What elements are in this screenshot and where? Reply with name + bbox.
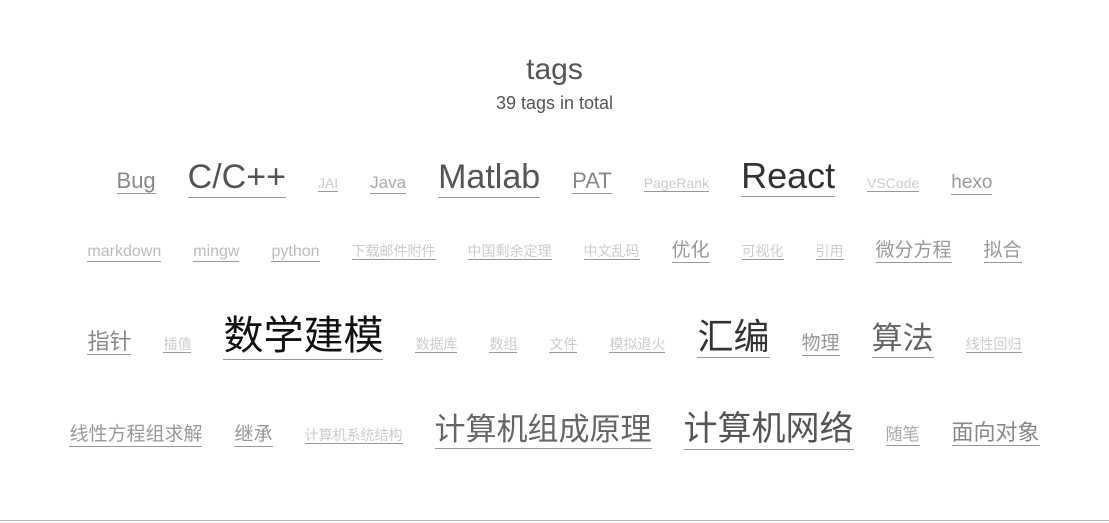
tag-link[interactable]: 中国剩余定理 xyxy=(467,243,552,261)
tag-link[interactable]: 算法 xyxy=(871,321,934,358)
tag-link[interactable]: Bug xyxy=(116,168,156,195)
tag-link[interactable]: PAT xyxy=(572,168,612,195)
tag-link[interactable]: 指针 xyxy=(87,329,132,356)
tag-link[interactable]: 计算机网络 xyxy=(683,410,854,451)
tag-link[interactable]: VSCode xyxy=(867,175,920,193)
tag-row: 线性方程组求解 继承 计算机系统结构 计算机组成原理 计算机网络 随笔 面向对象 xyxy=(0,410,1109,451)
tag-link[interactable]: 可视化 xyxy=(741,243,784,261)
tag-link[interactable]: Matlab xyxy=(438,158,541,199)
tag-row: Bug C/C++ JAI Java Matlab PAT PageRank React VSC… xyxy=(0,155,1109,199)
page-header: tags 39 tags in total xyxy=(0,50,1109,116)
tag-link[interactable]: 数学建模 xyxy=(223,313,384,360)
tag-link[interactable]: 拟合 xyxy=(983,240,1022,263)
tag-link[interactable]: C/C++ xyxy=(187,158,286,199)
tag-link[interactable]: 线性方程组求解 xyxy=(69,424,203,447)
tag-link[interactable]: 面向对象 xyxy=(951,420,1040,447)
tag-link[interactable]: 数组 xyxy=(489,336,518,354)
tag-link[interactable]: python xyxy=(271,243,320,263)
tag-link[interactable]: mingw xyxy=(193,243,240,263)
divider xyxy=(0,520,1109,521)
tag-row: markdown mingw python 下载邮件附件 中国剩余定理 中文乱码 优化 可视化… xyxy=(0,240,1109,263)
tag-link[interactable]: 微分方程 xyxy=(875,240,952,263)
tag-link[interactable]: 下载邮件附件 xyxy=(351,243,436,261)
page-title: tags xyxy=(526,53,583,86)
tag-link[interactable]: 优化 xyxy=(671,240,710,263)
tag-link[interactable]: 文件 xyxy=(549,336,578,354)
tag-link[interactable]: 中文乱码 xyxy=(583,243,640,261)
tag-row: 指针 插值 数学建模 数据库 数组 文件 模拟退火 汇编 物理 算法 线性回归 xyxy=(0,313,1109,360)
tag-link[interactable]: 线性回归 xyxy=(965,336,1022,354)
tag-link[interactable]: 模拟退火 xyxy=(609,336,666,354)
tag-count: 39 tags in total xyxy=(495,93,614,113)
tag-link[interactable]: Java xyxy=(370,173,407,194)
tag-link[interactable]: 计算机组成原理 xyxy=(434,412,652,449)
tag-link[interactable]: JAI xyxy=(317,175,339,193)
tag-link[interactable]: React xyxy=(741,155,836,198)
tag-link[interactable]: 随笔 xyxy=(885,425,920,446)
tag-link[interactable]: 引用 xyxy=(815,243,844,261)
tag-link[interactable]: PageRank xyxy=(643,175,710,193)
tag-link[interactable]: markdown xyxy=(87,243,162,263)
tag-link[interactable]: 数据库 xyxy=(415,336,458,354)
tag-link[interactable]: hexo xyxy=(951,172,993,195)
tag-link[interactable]: 继承 xyxy=(234,424,273,447)
tag-link[interactable]: 计算机系统结构 xyxy=(304,427,403,445)
tag-link[interactable]: 汇编 xyxy=(697,316,770,359)
tag-link[interactable]: 插值 xyxy=(163,336,192,354)
tag-link[interactable]: 物理 xyxy=(801,333,840,356)
